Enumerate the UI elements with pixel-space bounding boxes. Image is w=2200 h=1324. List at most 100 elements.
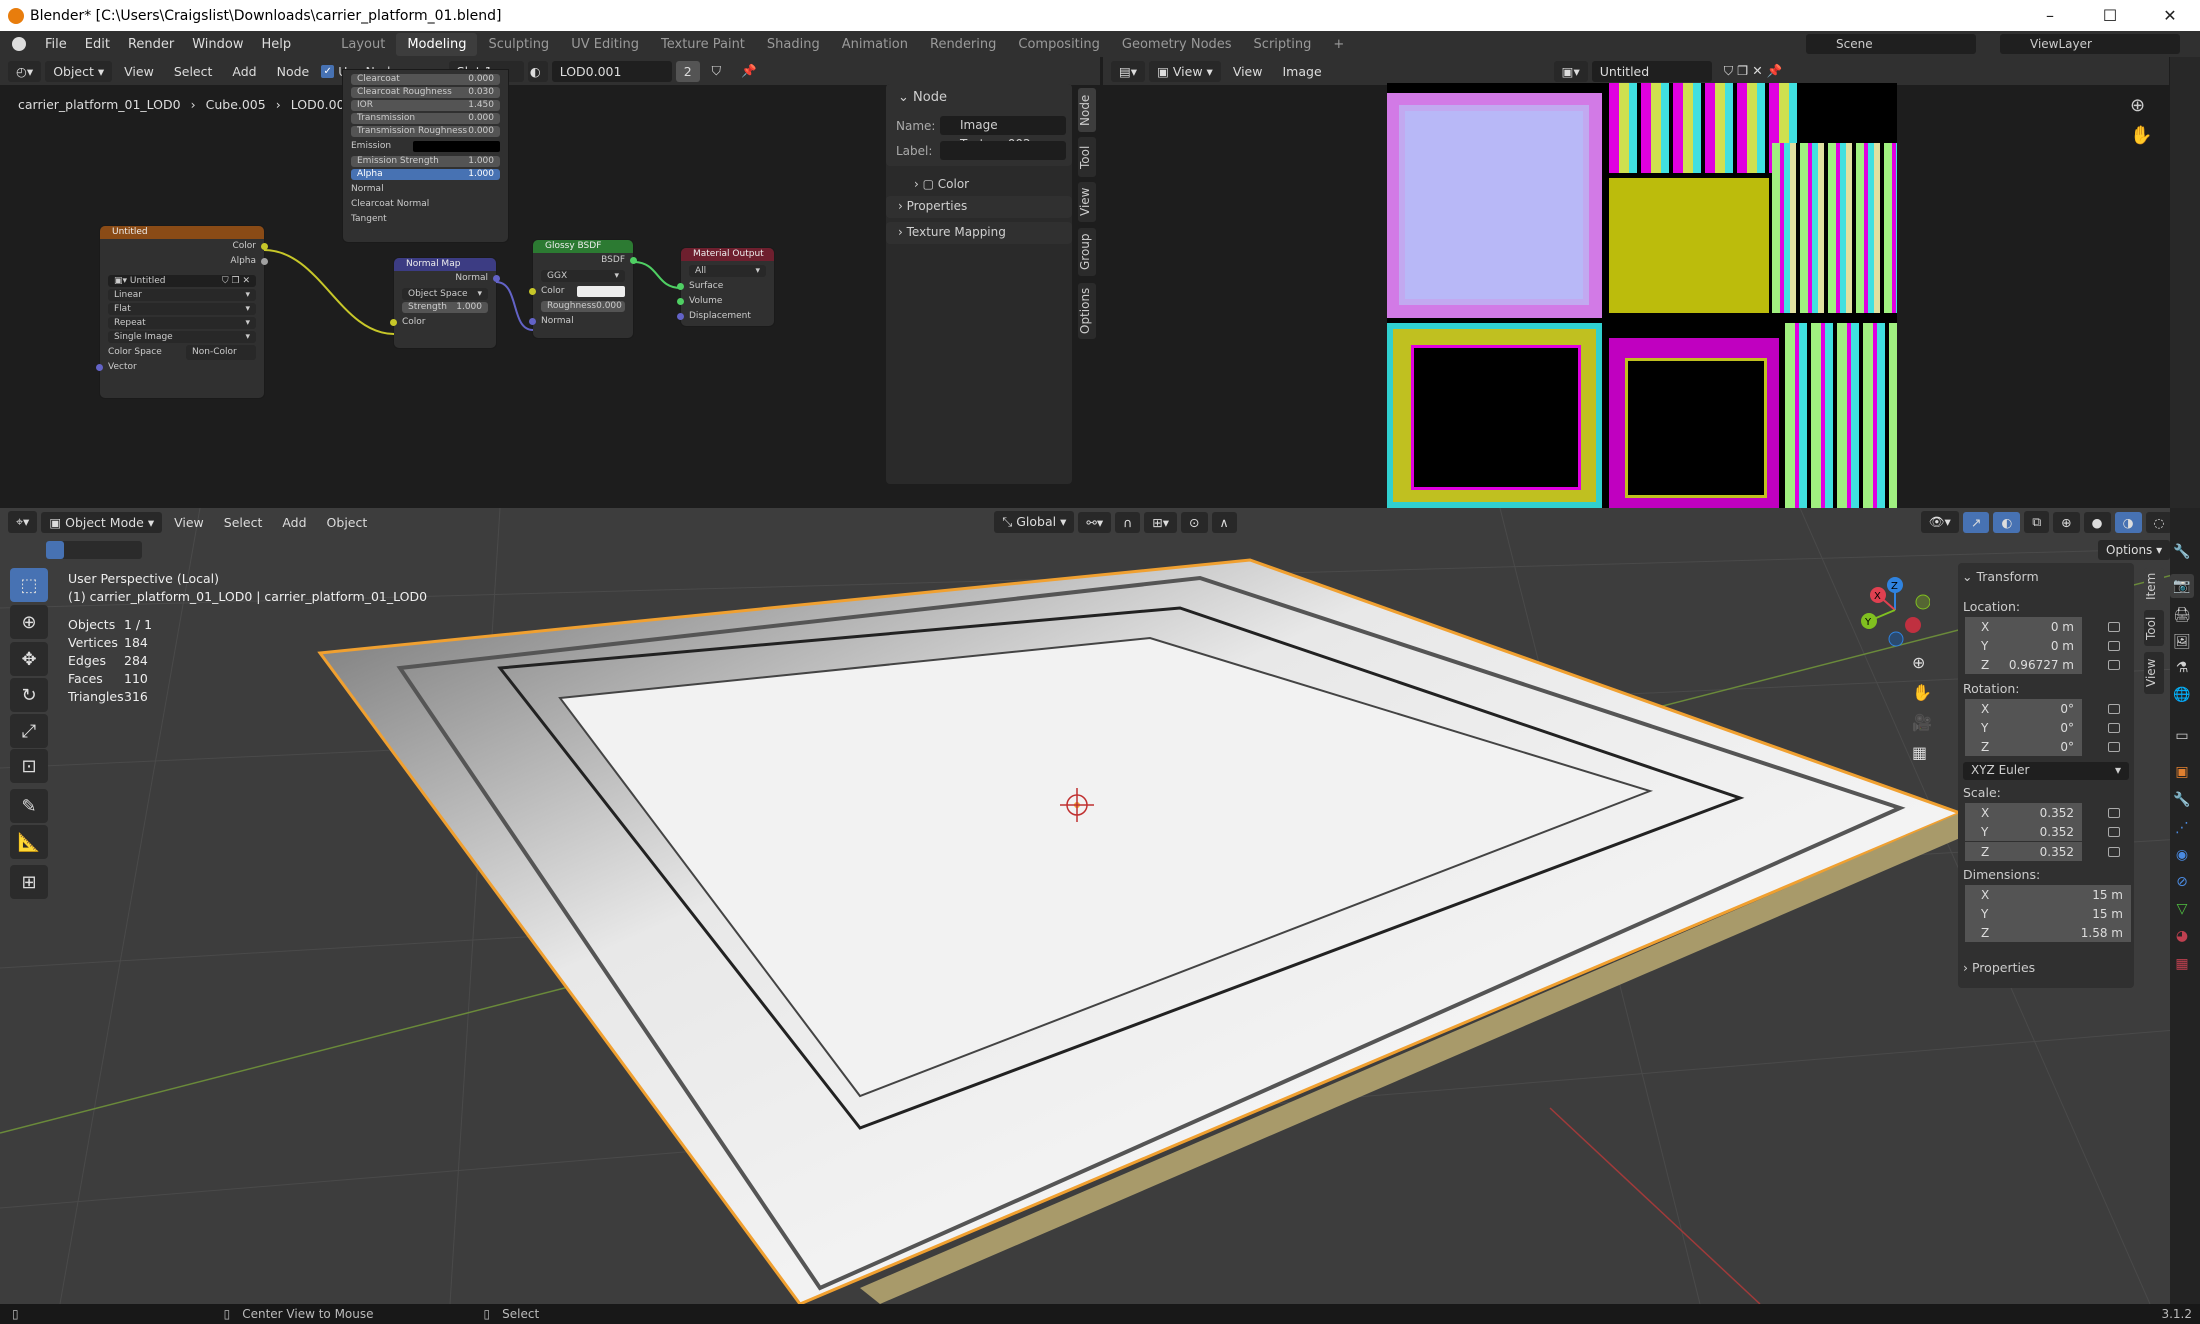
rotation-mode-dropdown[interactable]: XYZ Euler ▾ (1963, 762, 2129, 780)
gizmo-toggle[interactable]: ↗ (1962, 511, 1990, 533)
zoom-icon[interactable]: ⊕ (2130, 95, 2145, 116)
scale-tool[interactable]: ⤢ (10, 714, 48, 748)
lock-icon[interactable] (2108, 723, 2120, 733)
lock-icon[interactable] (2108, 641, 2120, 651)
texture-properties-icon[interactable]: ▦ (2170, 952, 2194, 976)
workspace-tab-geometry-nodes[interactable]: Geometry Nodes (1111, 33, 1243, 56)
tab-options[interactable]: Options (1078, 283, 1096, 339)
tab-view[interactable]: View (1078, 182, 1096, 222)
editor-type-icon[interactable]: ⌖▾ (8, 511, 38, 533)
overlay-toggle[interactable]: ◐ (1993, 511, 2021, 533)
tab-node[interactable]: Node (1078, 88, 1096, 132)
rotate-tool[interactable]: ↻ (10, 678, 48, 712)
selection-mode-buttons[interactable] (46, 541, 142, 559)
view-layer-selector[interactable]: ViewLayer (2000, 34, 2180, 54)
snap-toggle[interactable]: ∩ (1115, 511, 1141, 533)
proportional-edit-toggle[interactable]: ⊙ (1181, 511, 1208, 533)
properties-panel[interactable]: › Properties (886, 196, 1072, 218)
orientation-dropdown[interactable]: ⤡ Global ▾ (994, 511, 1075, 533)
data-properties-icon[interactable]: ▽ (2170, 897, 2194, 921)
camera-view-icon[interactable]: 🎥 (1912, 713, 1932, 732)
select-box-tool[interactable]: ⬚ (10, 568, 48, 602)
editor-type-icon[interactable]: ▤▾ (1111, 60, 1146, 82)
snap-target-dropdown[interactable]: ⊞▾ (1144, 511, 1178, 533)
texture-mapping-panel[interactable]: › Texture Mapping (886, 222, 1072, 244)
shading-solid[interactable]: ● (2083, 511, 2111, 533)
physics-properties-icon[interactable]: ◉ (2170, 843, 2194, 867)
pivot-dropdown[interactable]: ⚯▾ (1078, 511, 1112, 533)
color-subpanel[interactable]: › ▢ Color (914, 177, 969, 191)
measure-tool[interactable]: 📐 (10, 825, 48, 859)
pan-hand-icon[interactable]: ✋ (2130, 125, 2152, 146)
render-properties-icon[interactable]: 📷 (2170, 574, 2194, 598)
add-cube-tool[interactable]: ⊞ (10, 865, 48, 899)
constraints-properties-icon[interactable]: ⊘ (2170, 870, 2194, 894)
material-properties-icon[interactable]: ◕ (2170, 924, 2194, 948)
node-name-field[interactable]: Image Texture.002 (940, 116, 1066, 151)
transform-tool[interactable]: ⊡ (10, 749, 48, 783)
cursor-tool[interactable]: ⊕ (10, 605, 48, 639)
lock-icon[interactable] (2108, 704, 2120, 714)
rotation-y-field[interactable]: Y 0° (1965, 718, 2082, 737)
collection-properties-icon[interactable]: ▭ (2170, 724, 2194, 748)
lock-icon[interactable] (2108, 847, 2120, 857)
scene-selector[interactable]: Scene (1806, 34, 1976, 54)
scale-z-field[interactable]: Z 0.352 (1965, 842, 2082, 861)
sidebar-tab-view[interactable]: View (2144, 652, 2164, 694)
lock-icon[interactable] (2108, 660, 2120, 670)
viewport-menu-object[interactable]: Object (319, 515, 376, 530)
options-dropdown[interactable]: Options ▾ (2098, 540, 2171, 560)
image-actions[interactable]: ⛉ ❐ ✕ 📌 (1716, 63, 1791, 79)
rotation-x-field[interactable]: X 0° (1965, 699, 2082, 718)
lock-icon[interactable] (2108, 742, 2120, 752)
lock-icon[interactable] (2108, 827, 2120, 837)
navigation-gizmo[interactable]: Z X Y (1850, 570, 1930, 650)
node-label-field[interactable] (940, 141, 1066, 160)
rotation-z-field[interactable]: Z 0° (1965, 737, 2082, 756)
dimension-x-field[interactable]: X 15 m (1965, 885, 2131, 904)
node-panel-header[interactable]: ⌄ Node (898, 90, 947, 105)
move-tool[interactable]: ✥ (10, 642, 48, 676)
add-workspace-button[interactable]: + (1322, 33, 1355, 56)
tab-group[interactable]: Group (1078, 228, 1096, 276)
transform-header[interactable]: ⌄ Transform (1962, 569, 2039, 584)
lock-icon[interactable] (2108, 808, 2120, 818)
object-properties-icon[interactable]: ▣ (2170, 760, 2194, 784)
maximize-button[interactable]: ☐ (2080, 0, 2140, 31)
image-menu-image[interactable]: Image (1274, 64, 1329, 79)
lock-icon[interactable] (2108, 622, 2120, 632)
viewport-menu-view[interactable]: View (166, 515, 212, 530)
image-browse-icon[interactable]: ▣▾ (1553, 60, 1588, 82)
image-menu-view[interactable]: View (1225, 64, 1271, 79)
falloff-dropdown[interactable]: ∧ (1211, 511, 1237, 533)
output-properties-icon[interactable]: 🖨 (2170, 603, 2194, 627)
ortho-toggle-icon[interactable]: ▦ (1912, 743, 1927, 762)
sidebar-tab-tool[interactable]: Tool (2144, 610, 2164, 646)
sidebar-tab-item[interactable]: Item (2144, 568, 2164, 604)
visibility-dropdown[interactable]: 👁▾ (1920, 511, 1959, 533)
tool-properties-icon[interactable]: 🔧 (2170, 540, 2194, 564)
annotate-tool[interactable]: ✎ (10, 789, 48, 823)
world-properties-icon[interactable]: 🌐 (2170, 683, 2194, 707)
workspace-tab-scripting[interactable]: Scripting (1243, 33, 1323, 56)
modifier-properties-icon[interactable]: 🔧 (2170, 788, 2194, 812)
minimize-button[interactable]: – (2020, 0, 2080, 31)
shading-rendered[interactable]: ◌ (2145, 511, 2173, 533)
shading-wireframe[interactable]: ⊕ (2053, 511, 2080, 533)
particles-properties-icon[interactable]: ⋰ (2170, 816, 2194, 840)
viewport-zoom-icon[interactable]: ⊕ (1912, 653, 1925, 672)
tab-tool[interactable]: Tool (1078, 137, 1096, 177)
viewport-menu-add[interactable]: Add (274, 515, 314, 530)
dimension-z-field[interactable]: Z 1.58 m (1965, 923, 2131, 942)
shading-material[interactable]: ◑ (2114, 511, 2142, 533)
scale-y-field[interactable]: Y 0.352 (1965, 822, 2082, 841)
scale-x-field[interactable]: X 0.352 (1965, 803, 2082, 822)
dimension-y-field[interactable]: Y 15 m (1965, 904, 2131, 923)
location-y-field[interactable]: Y0 m (1965, 636, 2082, 655)
view-mode-dropdown[interactable]: ▣ View ▾ (1149, 60, 1221, 82)
mode-dropdown[interactable]: ▣ Object Mode ▾ (41, 511, 163, 533)
close-button[interactable]: ✕ (2140, 0, 2200, 31)
location-x-field[interactable]: X0 m (1965, 617, 2082, 636)
properties-subpanel[interactable]: › Properties (1963, 960, 2035, 975)
view-layer-properties-icon[interactable]: 🖼 (2170, 630, 2194, 654)
